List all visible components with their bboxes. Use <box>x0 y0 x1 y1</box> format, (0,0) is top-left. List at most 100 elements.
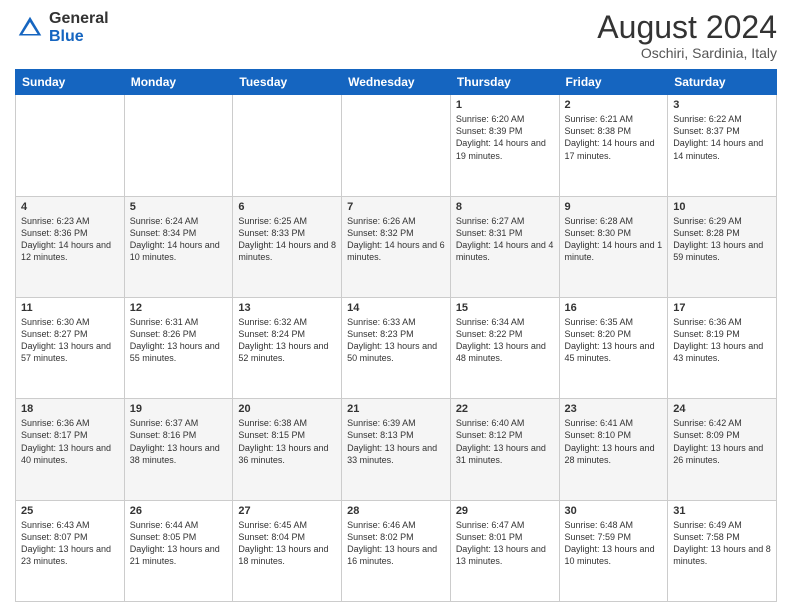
cell-day-number: 22 <box>456 403 554 415</box>
calendar-table: SundayMondayTuesdayWednesdayThursdayFrid… <box>15 69 777 602</box>
cell-sun-info: Sunrise: 6:36 AM Sunset: 8:19 PM Dayligh… <box>673 316 771 365</box>
cell-sun-info: Sunrise: 6:37 AM Sunset: 8:16 PM Dayligh… <box>130 417 228 466</box>
logo-blue: Blue <box>49 28 84 45</box>
cell-sun-info: Sunrise: 6:28 AM Sunset: 8:30 PM Dayligh… <box>565 215 663 264</box>
logo-icon <box>15 13 45 43</box>
calendar-cell: 14 Sunrise: 6:33 AM Sunset: 8:23 PM Dayli… <box>342 297 451 398</box>
calendar-cell: 23Sunrise: 6:41 AM Sunset: 8:10 PM Dayli… <box>559 399 668 500</box>
calendar-cell: 29Sunrise: 6:47 AM Sunset: 8:01 PM Dayli… <box>450 500 559 601</box>
cell-sun-info: Sunrise: 6:46 AM Sunset: 8:02 PM Dayligh… <box>347 519 445 568</box>
calendar-cell: 18 Sunrise: 6:36 AM Sunset: 8:17 PM Dayli… <box>16 399 125 500</box>
header-tuesday: Tuesday <box>233 70 342 95</box>
cell-sun-info: Sunrise: 6:43 AM Sunset: 8:07 PM Dayligh… <box>21 519 119 568</box>
calendar-cell: 21 Sunrise: 6:39 AM Sunset: 8:13 PM Dayli… <box>342 399 451 500</box>
cell-sun-info: Sunrise: 6:45 AM Sunset: 8:04 PM Dayligh… <box>238 519 336 568</box>
calendar-subtitle: Oschiri, Sardinia, Italy <box>597 45 777 61</box>
cell-day-number: 2 <box>565 99 663 111</box>
cell-day-number: 8 <box>456 201 554 213</box>
cell-sun-info: Sunrise: 6:30 AM Sunset: 8:27 PM Dayligh… <box>21 316 119 365</box>
cell-sun-info: Sunrise: 6:38 AM Sunset: 8:15 PM Dayligh… <box>238 417 336 466</box>
cell-day-number: 20 <box>238 403 336 415</box>
calendar-cell: 30Sunrise: 6:48 AM Sunset: 7:59 PM Dayli… <box>559 500 668 601</box>
header-sunday: Sunday <box>16 70 125 95</box>
cell-sun-info: Sunrise: 6:35 AM Sunset: 8:20 PM Dayligh… <box>565 316 663 365</box>
header-thursday: Thursday <box>450 70 559 95</box>
cell-day-number: 16 <box>565 302 663 314</box>
calendar-cell: 8 Sunrise: 6:27 AM Sunset: 8:31 PM Daylig… <box>450 196 559 297</box>
calendar-cell: 6Sunrise: 6:25 AM Sunset: 8:33 PM Daylig… <box>233 196 342 297</box>
calendar-cell <box>342 95 451 196</box>
cell-day-number: 12 <box>130 302 228 314</box>
calendar-cell: 13Sunrise: 6:32 AM Sunset: 8:24 PM Dayli… <box>233 297 342 398</box>
cell-day-number: 21 <box>347 403 445 415</box>
header-monday: Monday <box>124 70 233 95</box>
header: General Blue August 2024 Oschiri, Sardin… <box>15 10 777 61</box>
calendar-cell: 17 Sunrise: 6:36 AM Sunset: 8:19 PM Dayli… <box>668 297 777 398</box>
logo-text: General Blue <box>49 10 109 45</box>
cell-day-number: 7 <box>347 201 445 213</box>
header-saturday: Saturday <box>668 70 777 95</box>
cell-day-number: 26 <box>130 505 228 517</box>
cell-day-number: 17 <box>673 302 771 314</box>
cell-day-number: 6 <box>238 201 336 213</box>
cell-sun-info: Sunrise: 6:39 AM Sunset: 8:13 PM Dayligh… <box>347 417 445 466</box>
week-row-2: 11 Sunrise: 6:30 AM Sunset: 8:27 PM Dayli… <box>16 297 777 398</box>
calendar-cell: 24 Sunrise: 6:42 AM Sunset: 8:09 PM Dayli… <box>668 399 777 500</box>
calendar-cell: 5Sunrise: 6:24 AM Sunset: 8:34 PM Daylig… <box>124 196 233 297</box>
cell-sun-info: Sunrise: 6:44 AM Sunset: 8:05 PM Dayligh… <box>130 519 228 568</box>
cell-sun-info: Sunrise: 6:32 AM Sunset: 8:24 PM Dayligh… <box>238 316 336 365</box>
logo: General Blue <box>15 10 109 45</box>
cell-sun-info: Sunrise: 6:27 AM Sunset: 8:31 PM Dayligh… <box>456 215 554 264</box>
cell-sun-info: Sunrise: 6:34 AM Sunset: 8:22 PM Dayligh… <box>456 316 554 365</box>
calendar-cell: 28Sunrise: 6:46 AM Sunset: 8:02 PM Dayli… <box>342 500 451 601</box>
calendar-cell: 1Sunrise: 6:20 AM Sunset: 8:39 PM Daylig… <box>450 95 559 196</box>
calendar-cell: 20 Sunrise: 6:38 AM Sunset: 8:15 PM Dayli… <box>233 399 342 500</box>
week-row-0: 1Sunrise: 6:20 AM Sunset: 8:39 PM Daylig… <box>16 95 777 196</box>
cell-sun-info: Sunrise: 6:22 AM Sunset: 8:37 PM Dayligh… <box>673 113 771 162</box>
cell-day-number: 29 <box>456 505 554 517</box>
cell-day-number: 3 <box>673 99 771 111</box>
calendar-cell: 16 Sunrise: 6:35 AM Sunset: 8:20 PM Dayli… <box>559 297 668 398</box>
cell-day-number: 9 <box>565 201 663 213</box>
page: General Blue August 2024 Oschiri, Sardin… <box>0 0 792 612</box>
calendar-cell: 26 Sunrise: 6:44 AM Sunset: 8:05 PM Dayli… <box>124 500 233 601</box>
cell-sun-info: Sunrise: 6:40 AM Sunset: 8:12 PM Dayligh… <box>456 417 554 466</box>
calendar-cell: 19 Sunrise: 6:37 AM Sunset: 8:16 PM Dayli… <box>124 399 233 500</box>
cell-day-number: 10 <box>673 201 771 213</box>
cell-day-number: 11 <box>21 302 119 314</box>
calendar-cell <box>124 95 233 196</box>
calendar-cell: 2 Sunrise: 6:21 AM Sunset: 8:38 PM Daylig… <box>559 95 668 196</box>
cell-day-number: 25 <box>21 505 119 517</box>
cell-day-number: 14 <box>347 302 445 314</box>
cell-sun-info: Sunrise: 6:36 AM Sunset: 8:17 PM Dayligh… <box>21 417 119 466</box>
calendar-cell: 12Sunrise: 6:31 AM Sunset: 8:26 PM Dayli… <box>124 297 233 398</box>
calendar-title: August 2024 <box>597 10 777 45</box>
cell-sun-info: Sunrise: 6:24 AM Sunset: 8:34 PM Dayligh… <box>130 215 228 264</box>
cell-day-number: 18 <box>21 403 119 415</box>
cell-day-number: 19 <box>130 403 228 415</box>
cell-sun-info: Sunrise: 6:29 AM Sunset: 8:28 PM Dayligh… <box>673 215 771 264</box>
cell-sun-info: Sunrise: 6:21 AM Sunset: 8:38 PM Dayligh… <box>565 113 663 162</box>
calendar-cell: 25 Sunrise: 6:43 AM Sunset: 8:07 PM Dayli… <box>16 500 125 601</box>
cell-sun-info: Sunrise: 6:49 AM Sunset: 7:58 PM Dayligh… <box>673 519 771 568</box>
cell-sun-info: Sunrise: 6:26 AM Sunset: 8:32 PM Dayligh… <box>347 215 445 264</box>
calendar-cell: 9 Sunrise: 6:28 AM Sunset: 8:30 PM Daylig… <box>559 196 668 297</box>
calendar-cell <box>16 95 125 196</box>
calendar-cell: 15 Sunrise: 6:34 AM Sunset: 8:22 PM Dayli… <box>450 297 559 398</box>
cell-day-number: 23 <box>565 403 663 415</box>
cell-sun-info: Sunrise: 6:33 AM Sunset: 8:23 PM Dayligh… <box>347 316 445 365</box>
cell-day-number: 27 <box>238 505 336 517</box>
cell-day-number: 15 <box>456 302 554 314</box>
cell-day-number: 4 <box>21 201 119 213</box>
cell-day-number: 1 <box>456 99 554 111</box>
cell-sun-info: Sunrise: 6:42 AM Sunset: 8:09 PM Dayligh… <box>673 417 771 466</box>
cell-day-number: 30 <box>565 505 663 517</box>
calendar-cell <box>233 95 342 196</box>
calendar-cell: 3 Sunrise: 6:22 AM Sunset: 8:37 PM Daylig… <box>668 95 777 196</box>
header-row: SundayMondayTuesdayWednesdayThursdayFrid… <box>16 70 777 95</box>
cell-day-number: 24 <box>673 403 771 415</box>
calendar-cell: 27 Sunrise: 6:45 AM Sunset: 8:04 PM Dayli… <box>233 500 342 601</box>
cell-day-number: 31 <box>673 505 771 517</box>
calendar-cell: 10 Sunrise: 6:29 AM Sunset: 8:28 PM Dayli… <box>668 196 777 297</box>
week-row-4: 25 Sunrise: 6:43 AM Sunset: 8:07 PM Dayli… <box>16 500 777 601</box>
